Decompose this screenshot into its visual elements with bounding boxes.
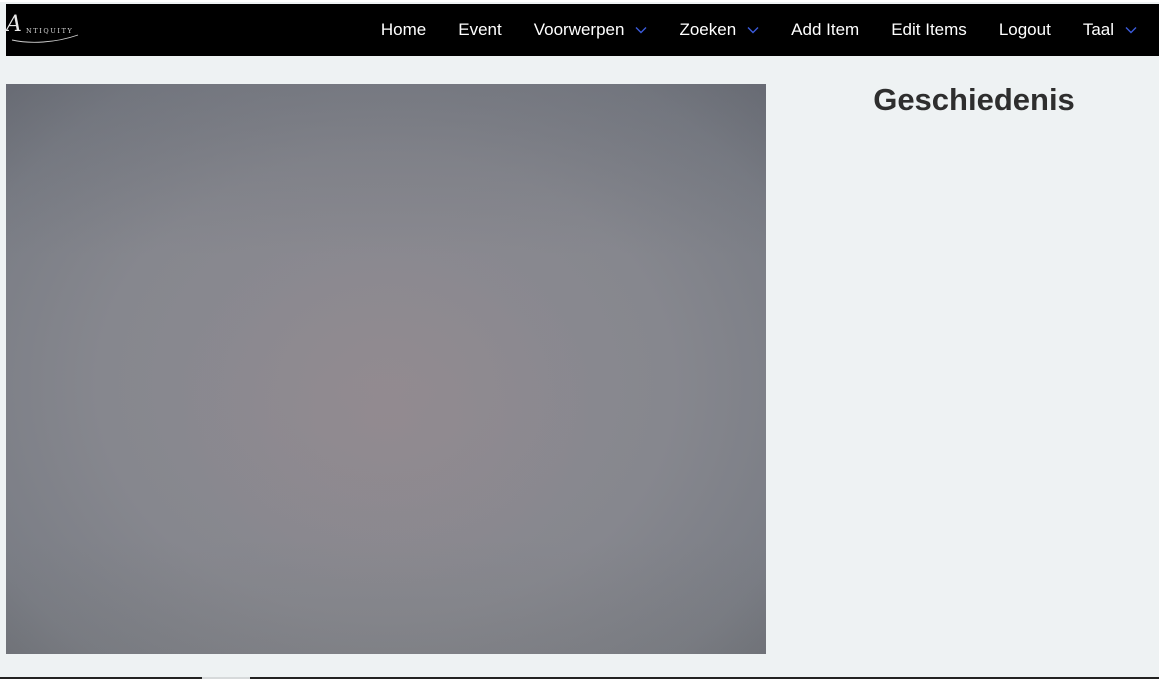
nav-item-zoeken[interactable]: Zoeken <box>679 20 759 40</box>
nav-menu: Home Event Voorwerpen Zoeken Add Item Ed… <box>381 4 1137 56</box>
nav-item-label: Voorwerpen <box>533 20 625 39</box>
nav-item-edit-items[interactable]: Edit Items <box>891 20 967 40</box>
camera-feed <box>6 84 766 654</box>
nav-item-label: Edit Items <box>891 20 967 39</box>
chevron-down-icon <box>635 27 647 34</box>
brand-logo[interactable]: A NTIQUITY <box>6 12 79 48</box>
logo-swash-icon <box>11 34 79 43</box>
history-heading: Geschiedenis <box>873 82 1075 117</box>
nav-item-add-item[interactable]: Add Item <box>791 20 859 40</box>
nav-item-label: Taal <box>1082 20 1114 39</box>
nav-item-event[interactable]: Event <box>458 20 501 40</box>
nav-item-label: Event <box>458 20 502 39</box>
page: A NTIQUITY Home Event Voorwerpen Zoeken <box>0 0 1159 679</box>
nav-item-label: Zoeken <box>679 20 737 39</box>
nav-item-voorwerpen[interactable]: Voorwerpen <box>534 20 648 40</box>
nav-item-label: Home <box>380 20 427 39</box>
chevron-down-icon <box>1125 27 1137 34</box>
nav-item-home[interactable]: Home <box>381 20 426 40</box>
chevron-down-icon <box>747 27 759 34</box>
nav-item-taal[interactable]: Taal <box>1083 20 1137 40</box>
nav-item-label: Logout <box>998 20 1051 39</box>
top-navbar: A NTIQUITY Home Event Voorwerpen Zoeken <box>6 4 1159 56</box>
nav-item-label: Add Item <box>791 20 860 39</box>
nav-item-logout[interactable]: Logout <box>999 20 1051 40</box>
